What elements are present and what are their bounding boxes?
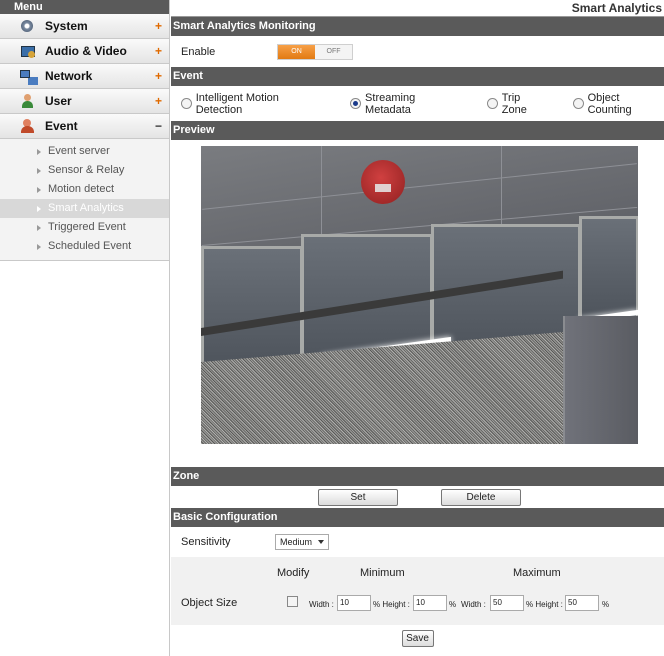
event-submenu: Event server Sensor & Relay Motion detec… (0, 139, 169, 261)
sidebar-item-label: User (45, 94, 72, 108)
radio-object-counting[interactable]: Object Counting (572, 91, 664, 116)
menu-header: Menu (0, 0, 169, 14)
section-header-basic-configuration: Basic Configuration (171, 508, 664, 527)
sidebar-item-event[interactable]: Event − (0, 114, 169, 139)
submenu-label: Triggered Event (48, 221, 126, 233)
section-header-preview: Preview (171, 121, 664, 140)
expand-icon[interactable]: + (155, 44, 162, 58)
sidebar-item-system[interactable]: System + (0, 14, 169, 39)
max-width-label: Width : (461, 600, 486, 609)
page-title: Smart Analytics (171, 0, 664, 17)
arrow-right-icon (37, 168, 41, 174)
radio-label: Object Counting (587, 91, 632, 116)
sidebar-item-user[interactable]: User + (0, 89, 169, 114)
max-height-input[interactable]: 50 (565, 595, 599, 611)
arrow-right-icon (37, 149, 41, 155)
maximum-column-header: Maximum (513, 567, 561, 579)
object-size-label: Object Size (181, 597, 238, 609)
sensitivity-row: Sensitivity Medium (171, 527, 664, 557)
enable-toggle[interactable]: ON OFF (277, 43, 353, 60)
zone-row: Set Delete (171, 486, 664, 508)
collapse-icon[interactable]: − (155, 119, 162, 133)
submenu-label: Smart Analytics (48, 202, 124, 214)
submenu-label: Scheduled Event (48, 240, 132, 252)
sidebar-item-label: Event (45, 119, 78, 133)
save-button[interactable]: Save (401, 629, 434, 647)
radio-label: Intelligent Motion Detection (195, 91, 279, 116)
sidebar-item-label: System (45, 19, 88, 33)
network-icon (20, 68, 36, 84)
exit-sign-image (361, 160, 405, 204)
max-height-label: % Height : (526, 600, 563, 609)
submenu-item-triggered-event[interactable]: Triggered Event (0, 218, 169, 237)
modify-checkbox[interactable] (287, 596, 298, 607)
min-percent-label: % (449, 600, 457, 609)
enable-label: Enable (181, 45, 216, 58)
radio-button[interactable] (350, 98, 362, 109)
modify-column-header: Modify (277, 567, 310, 579)
submenu-item-sensor-relay[interactable]: Sensor & Relay (0, 161, 169, 180)
submenu-item-scheduled-event[interactable]: Scheduled Event (0, 237, 169, 256)
section-header-monitoring: Smart Analytics Monitoring (171, 17, 664, 36)
radio-button[interactable] (181, 98, 192, 109)
sidebar-item-network[interactable]: Network + (0, 64, 169, 89)
arrow-right-icon (37, 244, 41, 250)
delete-button[interactable]: Delete (441, 488, 521, 506)
submenu-label: Event server (48, 145, 110, 157)
min-width-label: Width : (309, 600, 334, 609)
arrow-right-icon (37, 187, 41, 193)
sidebar-item-audio-video[interactable]: Audio & Video + (0, 39, 169, 64)
min-height-label: % Height : (373, 600, 410, 609)
radio-label: Trip Zone (501, 91, 527, 116)
user-icon (20, 93, 36, 109)
section-header-event: Event (171, 67, 664, 86)
system-icon (20, 18, 36, 34)
minimum-column-header: Minimum (360, 567, 405, 579)
radio-intelligent-motion-detection[interactable]: Intelligent Motion Detection (181, 92, 324, 116)
event-icon (20, 118, 36, 134)
radio-trip-zone[interactable]: Trip Zone (487, 92, 547, 116)
enable-row: Enable ON OFF (171, 36, 664, 67)
set-button[interactable]: Set (318, 488, 398, 506)
submenu-item-event-server[interactable]: Event server (0, 142, 169, 161)
sensitivity-label: Sensitivity (181, 536, 231, 548)
submenu-label: Motion detect (48, 183, 115, 195)
submenu-item-motion-detect[interactable]: Motion detect (0, 180, 169, 199)
sidebar-item-label: Audio & Video (45, 44, 127, 58)
max-width-input[interactable]: 50 (490, 595, 524, 611)
main-content: Smart Analytics Smart Analytics Monitori… (171, 0, 664, 656)
submenu-label: Sensor & Relay (48, 164, 125, 176)
sensitivity-value: Medium (280, 537, 313, 547)
expand-icon[interactable]: + (155, 19, 162, 33)
event-type-radio-group: Intelligent Motion Detection Streaming M… (171, 86, 664, 121)
radio-button[interactable] (487, 98, 498, 109)
sidebar-menu: Menu System + Audio & Video + Network + … (0, 0, 170, 656)
preview-area (171, 140, 664, 467)
expand-icon[interactable]: + (155, 69, 162, 83)
audio-video-icon (20, 43, 36, 59)
max-percent-label: % (602, 600, 610, 609)
object-size-config: Modify Minimum Maximum Object Size Width… (171, 557, 664, 625)
radio-button[interactable] (572, 98, 584, 109)
radio-label: Streaming Metadata (365, 91, 416, 116)
toggle-off-button[interactable]: OFF (315, 44, 352, 59)
submenu-item-smart-analytics[interactable]: Smart Analytics (0, 199, 169, 218)
min-height-input[interactable]: 10 (413, 595, 447, 611)
sensitivity-select[interactable]: Medium (275, 534, 329, 550)
chevron-down-icon (318, 540, 324, 544)
arrow-right-icon (37, 206, 41, 212)
toggle-on-button[interactable]: ON (278, 44, 315, 59)
camera-preview-video[interactable] (201, 146, 638, 444)
arrow-right-icon (37, 225, 41, 231)
radio-streaming-metadata[interactable]: Streaming Metadata (350, 92, 461, 116)
sidebar-item-label: Network (45, 69, 93, 83)
min-width-input[interactable]: 10 (337, 595, 371, 611)
expand-icon[interactable]: + (155, 94, 162, 108)
save-row: Save (171, 625, 664, 651)
section-header-zone: Zone (171, 467, 664, 486)
